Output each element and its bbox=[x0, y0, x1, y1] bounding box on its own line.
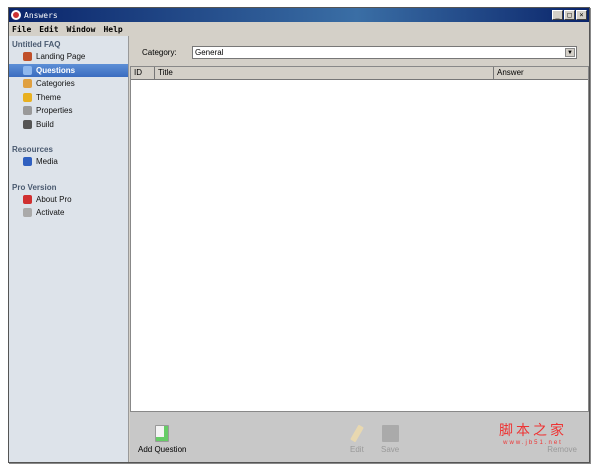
categories-icon bbox=[23, 79, 32, 89]
questions-icon bbox=[23, 65, 32, 75]
column-header-title[interactable]: Title bbox=[155, 67, 494, 79]
home-icon bbox=[23, 52, 32, 62]
category-select[interactable]: General ▼ bbox=[192, 45, 577, 59]
main-panel: Category: General ▼ ID Title Answer Add … bbox=[130, 36, 589, 462]
sidebar-section-title: Pro Version bbox=[12, 182, 57, 192]
close-button[interactable]: × bbox=[576, 10, 587, 20]
chevron-down-icon[interactable]: ▼ bbox=[565, 47, 575, 57]
sidebar-item-build[interactable]: Build bbox=[9, 118, 128, 132]
watermark: 脚本之家 www.jb51.net bbox=[499, 420, 567, 446]
questions-table[interactable]: ID Title Answer bbox=[130, 66, 589, 412]
sidebar-item-properties[interactable]: Properties bbox=[9, 104, 128, 118]
remove-button[interactable]: Remove bbox=[547, 445, 577, 454]
maximize-button[interactable]: □ bbox=[564, 10, 575, 20]
sidebar-item-label: Categories bbox=[36, 79, 75, 89]
menu-help[interactable]: Help bbox=[103, 25, 122, 34]
sidebar-item-categories[interactable]: Categories bbox=[9, 77, 128, 91]
pencil-icon bbox=[350, 424, 364, 443]
title-bar: Answers _ □ × bbox=[9, 8, 589, 22]
sidebar-item-label: About Pro bbox=[36, 194, 72, 204]
sidebar-item-label: Landing Page bbox=[36, 52, 86, 62]
menu-file[interactable]: File bbox=[12, 25, 31, 34]
sidebar-item-label: Activate bbox=[36, 208, 65, 218]
sidebar-item-activate[interactable]: Activate bbox=[9, 206, 128, 220]
sidebar-item-media[interactable]: Media bbox=[9, 155, 128, 169]
pencil-icon bbox=[23, 92, 32, 102]
floppy-disk-icon bbox=[381, 425, 399, 442]
column-header-answer[interactable]: Answer bbox=[494, 67, 588, 79]
app-logo-icon bbox=[11, 10, 21, 20]
sidebar-section-title: Resources bbox=[12, 145, 53, 154]
menu-edit[interactable]: Edit bbox=[39, 25, 58, 34]
sidebar: Untitled FAQ Landing Page Questions Categor… bbox=[9, 36, 129, 462]
sidebar-item-label: Theme bbox=[36, 92, 61, 102]
save-label: Save bbox=[381, 445, 400, 454]
key-icon bbox=[23, 208, 32, 218]
category-label: Category: bbox=[142, 47, 177, 57]
hammer-icon bbox=[23, 119, 32, 129]
category-value: General bbox=[195, 47, 224, 57]
bottom-toolbar: Add Question Edit Save Remove 脚本之家 www.j… bbox=[130, 412, 589, 462]
watermark-url: www.jb51.net bbox=[503, 440, 563, 446]
sidebar-item-label: Questions bbox=[36, 65, 76, 75]
gear-icon bbox=[23, 106, 32, 116]
sidebar-section-title: Untitled FAQ bbox=[12, 40, 61, 49]
column-header-id[interactable]: ID bbox=[131, 67, 155, 79]
sidebar-item-theme[interactable]: Theme bbox=[9, 91, 128, 105]
media-icon bbox=[23, 157, 32, 167]
menu-bar: File Edit Window Help bbox=[9, 22, 589, 36]
add-document-icon bbox=[155, 425, 170, 442]
menu-window[interactable]: Window bbox=[67, 25, 96, 34]
sidebar-item-label: Properties bbox=[36, 106, 73, 116]
add-question-label: Add Question bbox=[138, 445, 187, 454]
sidebar-item-questions[interactable]: Questions bbox=[9, 63, 128, 77]
remove-label: Remove bbox=[547, 445, 577, 454]
lifebuoy-icon bbox=[23, 194, 32, 204]
sidebar-item-landing-page[interactable]: Landing Page bbox=[9, 50, 128, 64]
minimize-button[interactable]: _ bbox=[552, 10, 563, 20]
watermark-text: 脚本之家 bbox=[499, 422, 567, 438]
sidebar-item-label: Build bbox=[36, 119, 54, 129]
add-question-button[interactable]: Add Question bbox=[138, 425, 186, 454]
sidebar-item-about-pro[interactable]: About Pro bbox=[9, 193, 128, 207]
window-title: Answers bbox=[24, 10, 58, 20]
edit-label: Edit bbox=[350, 445, 364, 454]
app-window: Answers _ □ × File Edit Window Help Unti… bbox=[8, 7, 590, 463]
save-button[interactable]: Save bbox=[381, 425, 399, 454]
sidebar-item-label: Media bbox=[36, 157, 58, 167]
edit-button[interactable]: Edit bbox=[350, 424, 364, 454]
